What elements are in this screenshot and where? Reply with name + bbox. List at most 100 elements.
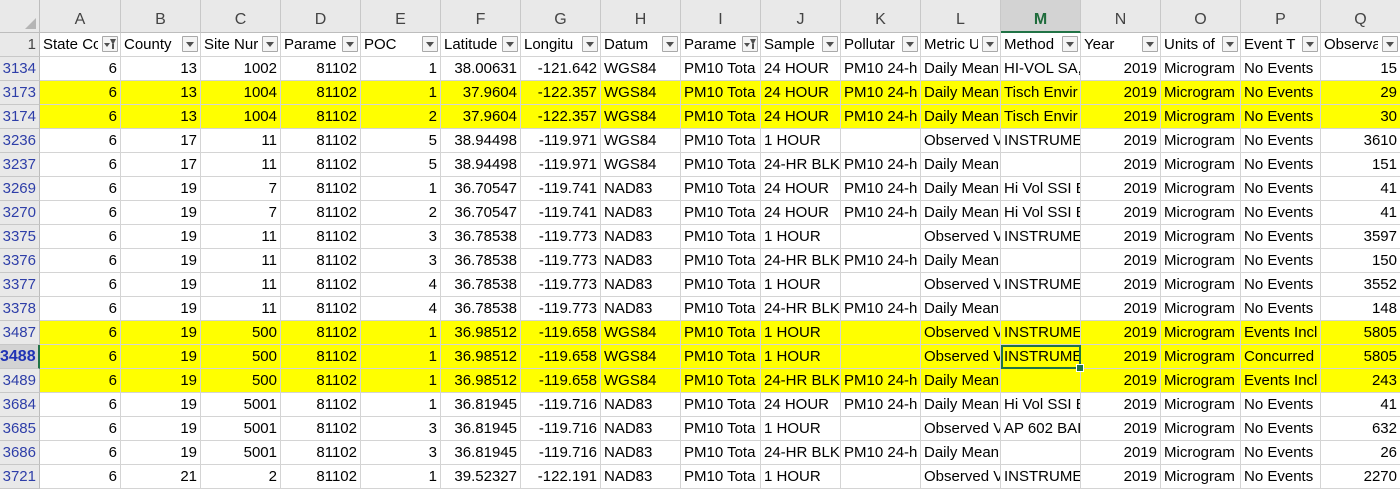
table-cell[interactable]: 1 bbox=[361, 177, 441, 201]
table-cell[interactable]: -119.971 bbox=[521, 153, 601, 177]
table-cell[interactable]: PM10 Tota bbox=[681, 81, 761, 105]
table-cell[interactable]: Daily Mean bbox=[921, 201, 1001, 225]
table-cell[interactable]: 19 bbox=[121, 225, 201, 249]
header-cell-l[interactable]: Metric U bbox=[921, 33, 1001, 57]
table-cell[interactable]: PM10 Tota bbox=[681, 345, 761, 369]
table-cell[interactable]: Microgram bbox=[1161, 153, 1241, 177]
table-cell[interactable]: Daily Mean bbox=[921, 369, 1001, 393]
header-cell-q[interactable]: Observa bbox=[1321, 33, 1400, 57]
table-cell[interactable]: 37.9604 bbox=[441, 105, 521, 129]
table-cell[interactable]: 17 bbox=[121, 153, 201, 177]
table-cell[interactable]: 1004 bbox=[201, 81, 281, 105]
table-cell[interactable]: Microgram bbox=[1161, 105, 1241, 129]
table-cell[interactable]: 2 bbox=[201, 465, 281, 489]
header-cell-g[interactable]: Longitu bbox=[521, 33, 601, 57]
table-cell[interactable]: 7 bbox=[201, 177, 281, 201]
table-cell[interactable] bbox=[1001, 369, 1081, 393]
table-cell[interactable]: -119.658 bbox=[521, 345, 601, 369]
table-cell[interactable]: 6 bbox=[40, 345, 121, 369]
table-cell[interactable]: 1 bbox=[361, 345, 441, 369]
table-cell[interactable]: PM10 Tota bbox=[681, 177, 761, 201]
filter-dropdown-icon[interactable] bbox=[1222, 36, 1238, 52]
table-cell[interactable]: NAD83 bbox=[601, 273, 681, 297]
header-cell-o[interactable]: Units of bbox=[1161, 33, 1241, 57]
table-cell[interactable]: 81102 bbox=[281, 465, 361, 489]
table-cell[interactable]: PM10 Tota bbox=[681, 57, 761, 81]
table-cell[interactable]: Microgram bbox=[1161, 465, 1241, 489]
table-cell[interactable]: 38.00631 bbox=[441, 57, 521, 81]
table-cell[interactable]: No Events bbox=[1241, 225, 1321, 249]
table-cell[interactable]: 24 HOUR bbox=[761, 393, 841, 417]
table-cell[interactable]: No Events bbox=[1241, 153, 1321, 177]
table-cell[interactable]: 1 HOUR bbox=[761, 345, 841, 369]
table-cell[interactable]: 5 bbox=[361, 153, 441, 177]
table-cell[interactable]: 19 bbox=[121, 273, 201, 297]
table-cell[interactable]: 6 bbox=[40, 225, 121, 249]
table-cell[interactable]: 2019 bbox=[1081, 297, 1161, 321]
column-header-i[interactable]: I bbox=[681, 0, 761, 33]
table-cell[interactable]: 81102 bbox=[281, 273, 361, 297]
table-cell[interactable]: Observed V bbox=[921, 417, 1001, 441]
table-cell[interactable]: PM10 24-h bbox=[841, 105, 921, 129]
table-cell[interactable] bbox=[1001, 153, 1081, 177]
table-cell[interactable]: 2019 bbox=[1081, 177, 1161, 201]
table-cell[interactable]: 36.81945 bbox=[441, 417, 521, 441]
table-cell[interactable] bbox=[1001, 441, 1081, 465]
table-cell[interactable]: 3610 bbox=[1321, 129, 1400, 153]
row-header-3378[interactable]: 3378 bbox=[0, 297, 40, 321]
table-cell[interactable] bbox=[841, 345, 921, 369]
table-cell[interactable]: 36.78538 bbox=[441, 273, 521, 297]
column-header-c[interactable]: C bbox=[201, 0, 281, 33]
table-cell[interactable]: 81102 bbox=[281, 249, 361, 273]
table-cell[interactable]: 6 bbox=[40, 297, 121, 321]
header-cell-e[interactable]: POC bbox=[361, 33, 441, 57]
row-header-3377[interactable]: 3377 bbox=[0, 273, 40, 297]
table-cell[interactable]: NAD83 bbox=[601, 177, 681, 201]
table-cell[interactable]: 5805 bbox=[1321, 321, 1400, 345]
table-cell[interactable]: 41 bbox=[1321, 201, 1400, 225]
table-cell[interactable]: 6 bbox=[40, 81, 121, 105]
table-cell[interactable]: 26 bbox=[1321, 441, 1400, 465]
filter-dropdown-icon[interactable] bbox=[902, 36, 918, 52]
table-cell[interactable]: 19 bbox=[121, 249, 201, 273]
row-header-3134[interactable]: 3134 bbox=[0, 57, 40, 81]
table-cell[interactable]: -122.357 bbox=[521, 81, 601, 105]
row-header-3269[interactable]: 3269 bbox=[0, 177, 40, 201]
table-cell[interactable]: 2019 bbox=[1081, 441, 1161, 465]
table-cell[interactable]: 6 bbox=[40, 273, 121, 297]
header-cell-i[interactable]: Parame bbox=[681, 33, 761, 57]
spreadsheet-grid[interactable]: A B C D E F G H I J K L M N O P Q 1 State Co County Site Nur… bbox=[0, 0, 1400, 489]
table-cell[interactable]: 30 bbox=[1321, 105, 1400, 129]
table-cell[interactable]: 5001 bbox=[201, 417, 281, 441]
table-cell[interactable]: 2019 bbox=[1081, 345, 1161, 369]
table-cell[interactable] bbox=[841, 465, 921, 489]
header-cell-a[interactable]: State Co bbox=[40, 33, 121, 57]
table-cell[interactable]: 1 HOUR bbox=[761, 273, 841, 297]
table-cell[interactable]: 1 HOUR bbox=[761, 417, 841, 441]
column-header-q[interactable]: Q bbox=[1321, 0, 1400, 33]
table-cell[interactable]: -119.773 bbox=[521, 225, 601, 249]
header-cell-h[interactable]: Datum bbox=[601, 33, 681, 57]
table-cell[interactable]: Tisch Envir bbox=[1001, 105, 1081, 129]
table-cell[interactable]: 6 bbox=[40, 153, 121, 177]
table-cell[interactable]: No Events bbox=[1241, 129, 1321, 153]
table-cell[interactable]: No Events bbox=[1241, 297, 1321, 321]
table-cell[interactable]: 36.70547 bbox=[441, 201, 521, 225]
table-cell[interactable]: 39.52327 bbox=[441, 465, 521, 489]
table-cell[interactable]: WGS84 bbox=[601, 153, 681, 177]
active-cell[interactable]: INSTRUMEN bbox=[1001, 345, 1081, 369]
header-cell-m[interactable]: Method bbox=[1001, 33, 1081, 57]
table-cell[interactable]: 11 bbox=[201, 249, 281, 273]
table-cell[interactable]: NAD83 bbox=[601, 393, 681, 417]
table-cell[interactable]: -119.773 bbox=[521, 297, 601, 321]
table-cell[interactable]: 81102 bbox=[281, 177, 361, 201]
table-cell[interactable]: 81102 bbox=[281, 105, 361, 129]
table-cell[interactable]: 81102 bbox=[281, 417, 361, 441]
table-cell[interactable]: No Events bbox=[1241, 393, 1321, 417]
header-cell-n[interactable]: Year bbox=[1081, 33, 1161, 57]
table-cell[interactable]: 6 bbox=[40, 249, 121, 273]
header-cell-b[interactable]: County bbox=[121, 33, 201, 57]
filter-dropdown-icon[interactable] bbox=[262, 36, 278, 52]
table-cell[interactable]: 24-HR BLK bbox=[761, 297, 841, 321]
table-cell[interactable]: 81102 bbox=[281, 81, 361, 105]
